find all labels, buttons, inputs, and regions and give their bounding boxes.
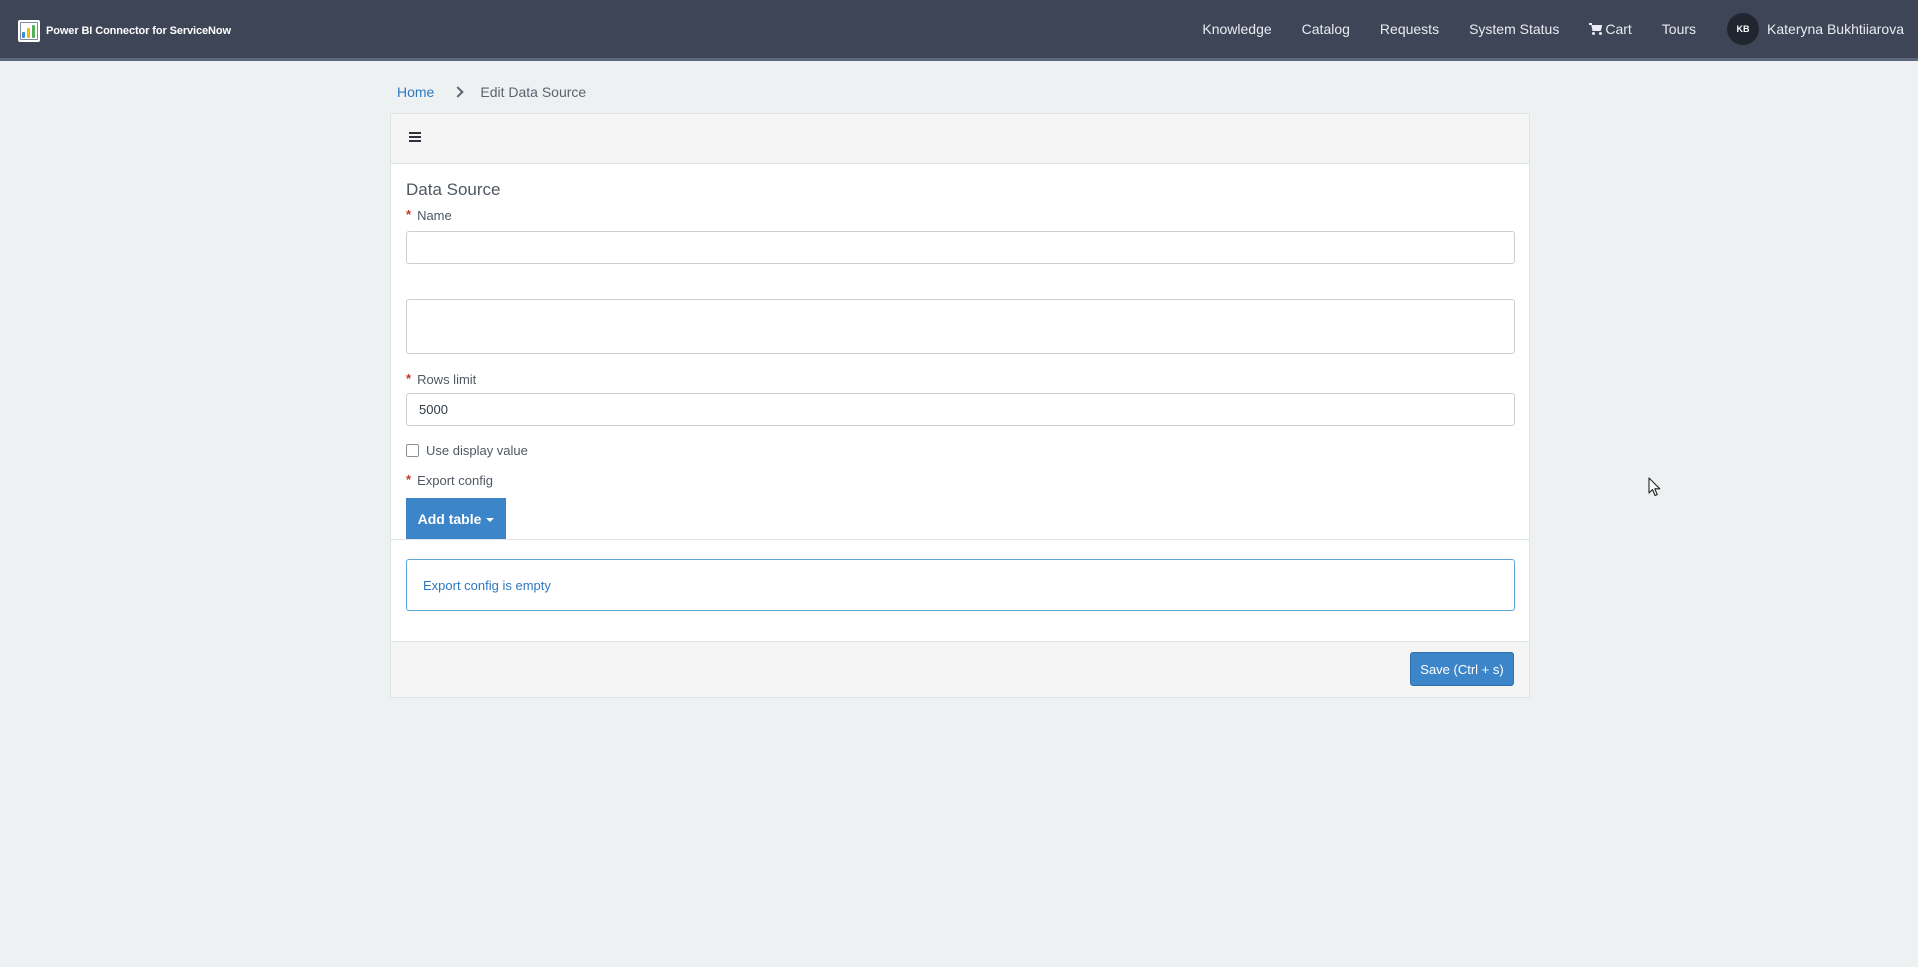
nav-link-requests[interactable]: Requests — [1365, 21, 1454, 37]
export-config-label-text: Export config — [417, 473, 493, 488]
chevron-right-icon — [453, 86, 464, 97]
avatar: KB — [1727, 13, 1759, 45]
required-marker: * — [406, 472, 411, 487]
nav-link-system-status[interactable]: System Status — [1454, 21, 1574, 37]
save-button[interactable]: Save (Ctrl + s) — [1410, 652, 1514, 686]
nav-link-catalog[interactable]: Catalog — [1287, 21, 1365, 37]
nav-link-cart-label: Cart — [1605, 21, 1631, 37]
data-source-panel: Data Source * Name * Rows limit Use disp… — [390, 113, 1530, 698]
rows-limit-input[interactable] — [406, 393, 1515, 426]
panel-footer: Save (Ctrl + s) — [391, 641, 1529, 697]
description-textarea[interactable] — [406, 299, 1515, 354]
brand-link[interactable]: Power BI Connector for ServiceNow — [18, 20, 231, 42]
nav-link-knowledge[interactable]: Knowledge — [1187, 21, 1286, 37]
nav-link-cart[interactable]: Cart — [1574, 21, 1646, 37]
section-title: Data Source — [406, 180, 501, 200]
use-display-value-checkbox[interactable] — [406, 444, 419, 457]
rows-limit-label-text: Rows limit — [417, 372, 476, 387]
required-marker: * — [406, 207, 411, 222]
use-display-value-label: Use display value — [426, 443, 528, 458]
user-menu[interactable]: KB Kateryna Bukhtiiarova — [1711, 13, 1918, 45]
power-bi-logo-icon — [18, 20, 40, 42]
breadcrumb-current: Edit Data Source — [480, 84, 586, 100]
use-display-value-row: Use display value — [406, 443, 528, 458]
shopping-cart-icon — [1589, 23, 1603, 35]
empty-message-text: Export config is empty — [423, 578, 551, 593]
divider — [391, 539, 1529, 540]
add-table-button[interactable]: Add table — [406, 498, 506, 540]
name-input[interactable] — [406, 231, 1515, 264]
rows-limit-label: * Rows limit — [406, 372, 476, 387]
hamburger-menu-icon[interactable] — [409, 131, 421, 143]
breadcrumb: Home Edit Data Source — [397, 84, 586, 100]
name-label-text: Name — [417, 208, 452, 223]
export-config-label: * Export config — [406, 473, 493, 488]
add-table-label: Add table — [418, 511, 482, 527]
user-name: Kateryna Bukhtiiarova — [1767, 21, 1904, 37]
nav-links: Knowledge Catalog Requests System Status… — [1187, 0, 1918, 58]
top-navbar: Power BI Connector for ServiceNow Knowle… — [0, 0, 1918, 61]
mouse-cursor-icon — [1648, 477, 1662, 497]
export-config-empty-message: Export config is empty — [406, 559, 1515, 611]
name-label: * Name — [406, 208, 452, 223]
breadcrumb-home[interactable]: Home — [397, 84, 434, 100]
caret-down-icon — [486, 518, 494, 522]
required-marker: * — [406, 371, 411, 386]
nav-link-tours[interactable]: Tours — [1647, 21, 1711, 37]
panel-header — [391, 114, 1529, 164]
brand-title: Power BI Connector for ServiceNow — [46, 25, 231, 37]
